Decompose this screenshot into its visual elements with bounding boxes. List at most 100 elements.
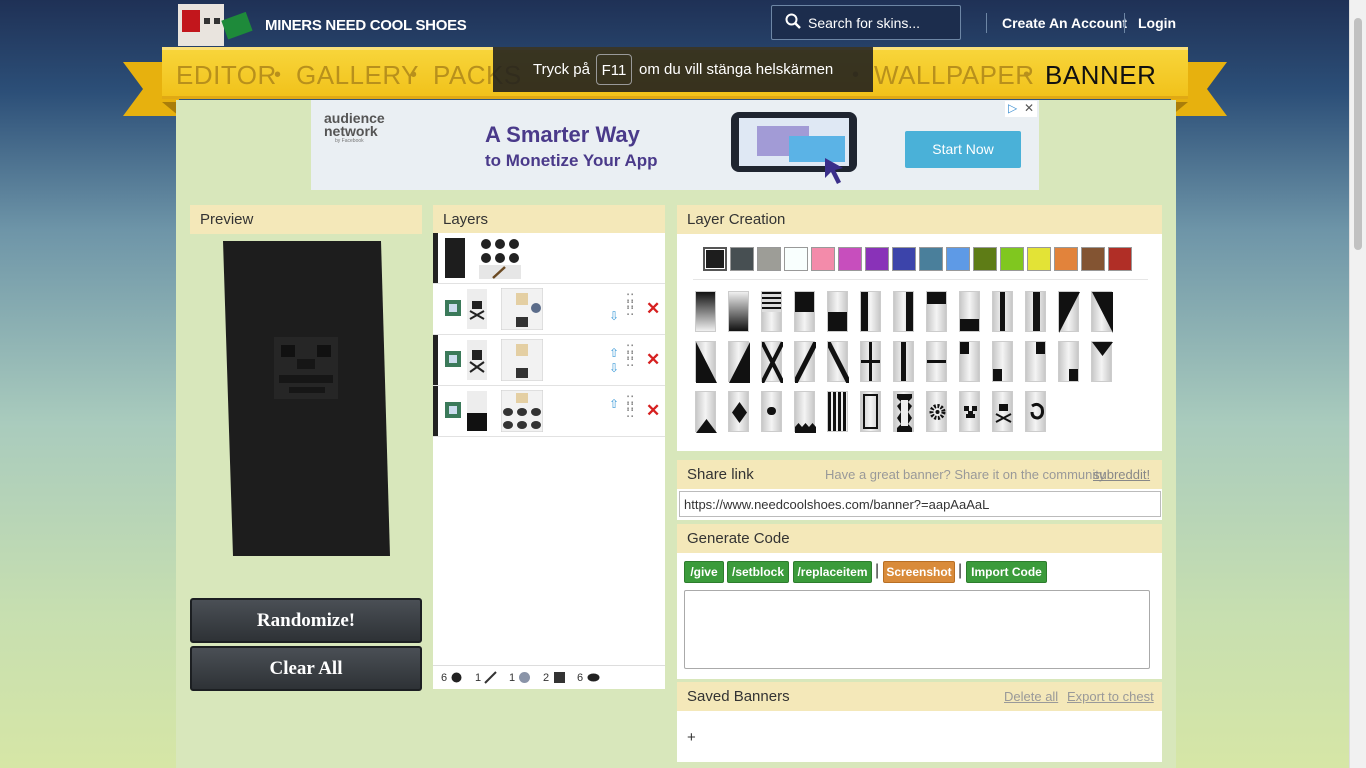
- color-swatch[interactable]: [730, 247, 754, 271]
- layer-settings-icon[interactable]: [445, 402, 461, 418]
- subreddit-link[interactable]: subreddit!: [1093, 467, 1150, 482]
- color-swatch[interactable]: [757, 247, 781, 271]
- color-swatch[interactable]: [703, 247, 727, 271]
- screenshot-button[interactable]: Screenshot: [883, 561, 955, 583]
- pattern-tri1[interactable]: [695, 341, 717, 383]
- pattern-backslash[interactable]: [827, 341, 849, 383]
- pattern-tophalf[interactable]: [794, 291, 815, 332]
- pattern-flower[interactable]: [926, 391, 947, 432]
- pattern-brcorner[interactable]: [1058, 341, 1079, 382]
- color-swatch[interactable]: [1027, 247, 1051, 271]
- color-swatch[interactable]: [784, 247, 808, 271]
- delete-layer-icon[interactable]: ✕: [646, 350, 660, 370]
- give-button[interactable]: /give: [684, 561, 724, 583]
- pattern-topstripe[interactable]: [926, 291, 947, 332]
- color-swatch[interactable]: [811, 247, 835, 271]
- layer-row-creeper[interactable]: ⇧ ⇩ ⁚⁚ ⁚⁚ ⁚⁚ ✕: [433, 335, 665, 386]
- pattern-toptri[interactable]: [1091, 341, 1113, 382]
- delete-all-link[interactable]: Delete all: [1004, 689, 1058, 704]
- pattern-rhombus[interactable]: [728, 391, 749, 432]
- color-swatch[interactable]: [946, 247, 970, 271]
- export-to-chest-link[interactable]: Export to chest: [1067, 689, 1154, 704]
- pattern-blcorner[interactable]: [992, 341, 1013, 382]
- pattern-creeper[interactable]: [959, 391, 980, 432]
- count-wither-skull: 1: [509, 672, 516, 684]
- layer-row-bottom[interactable]: ⇧ ⁚⁚ ⁚⁚ ⁚⁚ ✕: [433, 386, 665, 437]
- layer-settings-icon[interactable]: [445, 351, 461, 367]
- pattern-sawbottom[interactable]: [794, 391, 816, 433]
- code-output-textarea[interactable]: [684, 590, 1150, 669]
- delete-layer-icon[interactable]: ✕: [646, 401, 660, 421]
- move-down-icon[interactable]: ⇩: [609, 361, 619, 375]
- color-swatch[interactable]: [1081, 247, 1105, 271]
- pattern-tri2[interactable]: [728, 341, 750, 383]
- scrollbar-thumb[interactable]: [1354, 18, 1362, 250]
- pattern-gradup[interactable]: [728, 291, 749, 332]
- pattern-mojang[interactable]: [1025, 391, 1046, 432]
- pattern-bricks[interactable]: [761, 291, 782, 332]
- color-swatch[interactable]: [1054, 247, 1078, 271]
- clear-all-button[interactable]: Clear All: [190, 646, 422, 691]
- pattern-centerstripe[interactable]: [992, 291, 1013, 332]
- pattern-rightstripe[interactable]: [893, 291, 914, 332]
- pattern-stripes[interactable]: [827, 391, 848, 432]
- layer-settings-icon[interactable]: [445, 300, 461, 316]
- drag-handle-icon[interactable]: ⁚⁚ ⁚⁚ ⁚⁚: [626, 292, 634, 317]
- pattern-circle[interactable]: [761, 391, 782, 432]
- vertical-scrollbar[interactable]: [1349, 0, 1366, 768]
- ad-brand: audience network: [324, 110, 385, 139]
- pattern-hline[interactable]: [926, 341, 947, 382]
- drag-handle-icon[interactable]: ⁚⁚ ⁚⁚ ⁚⁚: [626, 394, 634, 419]
- color-swatch[interactable]: [919, 247, 943, 271]
- nav-banner[interactable]: BANNER: [1045, 60, 1156, 91]
- pattern-bottomhalf[interactable]: [827, 291, 848, 332]
- pattern-leftstripe[interactable]: [860, 291, 881, 332]
- pattern-vline[interactable]: [893, 341, 914, 382]
- create-account-link[interactable]: Create An Account: [1002, 15, 1127, 31]
- color-swatch[interactable]: [892, 247, 916, 271]
- pattern-cross[interactable]: [761, 341, 783, 383]
- move-up-icon[interactable]: ⇧: [609, 397, 619, 411]
- pattern-border[interactable]: [860, 391, 881, 432]
- add-saved-banner-button[interactable]: +: [687, 729, 696, 746]
- nav-separator: •: [1023, 64, 1031, 86]
- move-up-icon[interactable]: ⇧: [609, 346, 619, 360]
- pattern-diag1[interactable]: [1058, 291, 1080, 333]
- layer-row-skull[interactable]: ⇩ ⁚⁚ ⁚⁚ ⁚⁚ ✕: [433, 284, 665, 335]
- site-name[interactable]: MINERS NEED COOL SHOES: [265, 17, 467, 34]
- move-down-icon[interactable]: ⇩: [609, 309, 619, 323]
- pattern-grad[interactable]: [695, 291, 716, 332]
- site-logo[interactable]: [176, 0, 254, 46]
- color-swatch[interactable]: [838, 247, 862, 271]
- ad-choices-icon[interactable]: ▷ ✕: [1005, 101, 1037, 117]
- pattern-slash[interactable]: [794, 341, 816, 383]
- layer-row-base[interactable]: [433, 233, 665, 284]
- replaceitem-button[interactable]: /replaceitem: [793, 561, 872, 583]
- color-swatch[interactable]: [865, 247, 889, 271]
- color-swatch[interactable]: [1000, 247, 1024, 271]
- share-url-field[interactable]: [679, 491, 1161, 517]
- color-swatch[interactable]: [1108, 247, 1132, 271]
- color-swatch[interactable]: [973, 247, 997, 271]
- pattern-bottri[interactable]: [695, 391, 717, 433]
- setblock-button[interactable]: /setblock: [727, 561, 789, 583]
- nav-gallery[interactable]: GALLERY: [296, 60, 419, 91]
- pattern-bottomstripe[interactable]: [959, 291, 980, 332]
- pattern-tlcorner[interactable]: [959, 341, 980, 382]
- import-code-button[interactable]: Import Code: [966, 561, 1047, 583]
- nav-editor[interactable]: EDITOR: [176, 60, 277, 91]
- login-link[interactable]: Login: [1138, 15, 1176, 31]
- pattern-curly[interactable]: [893, 391, 914, 432]
- pattern-trcorner[interactable]: [1025, 341, 1046, 382]
- pattern-diag2[interactable]: [1091, 291, 1113, 333]
- pattern-leftthick[interactable]: [1025, 291, 1046, 332]
- ad-cta-button[interactable]: Start Now: [905, 131, 1021, 168]
- pattern-skull[interactable]: [992, 391, 1013, 432]
- advertisement[interactable]: audience network by Facebook A Smarter W…: [311, 100, 1039, 190]
- pattern-plus[interactable]: [860, 341, 881, 382]
- drag-handle-icon[interactable]: ⁚⁚ ⁚⁚ ⁚⁚: [626, 343, 634, 368]
- randomize-button[interactable]: Randomize!: [190, 598, 422, 643]
- delete-layer-icon[interactable]: ✕: [646, 299, 660, 319]
- search-icon[interactable]: [785, 13, 801, 29]
- nav-wallpaper[interactable]: WALLPAPER: [874, 60, 1035, 91]
